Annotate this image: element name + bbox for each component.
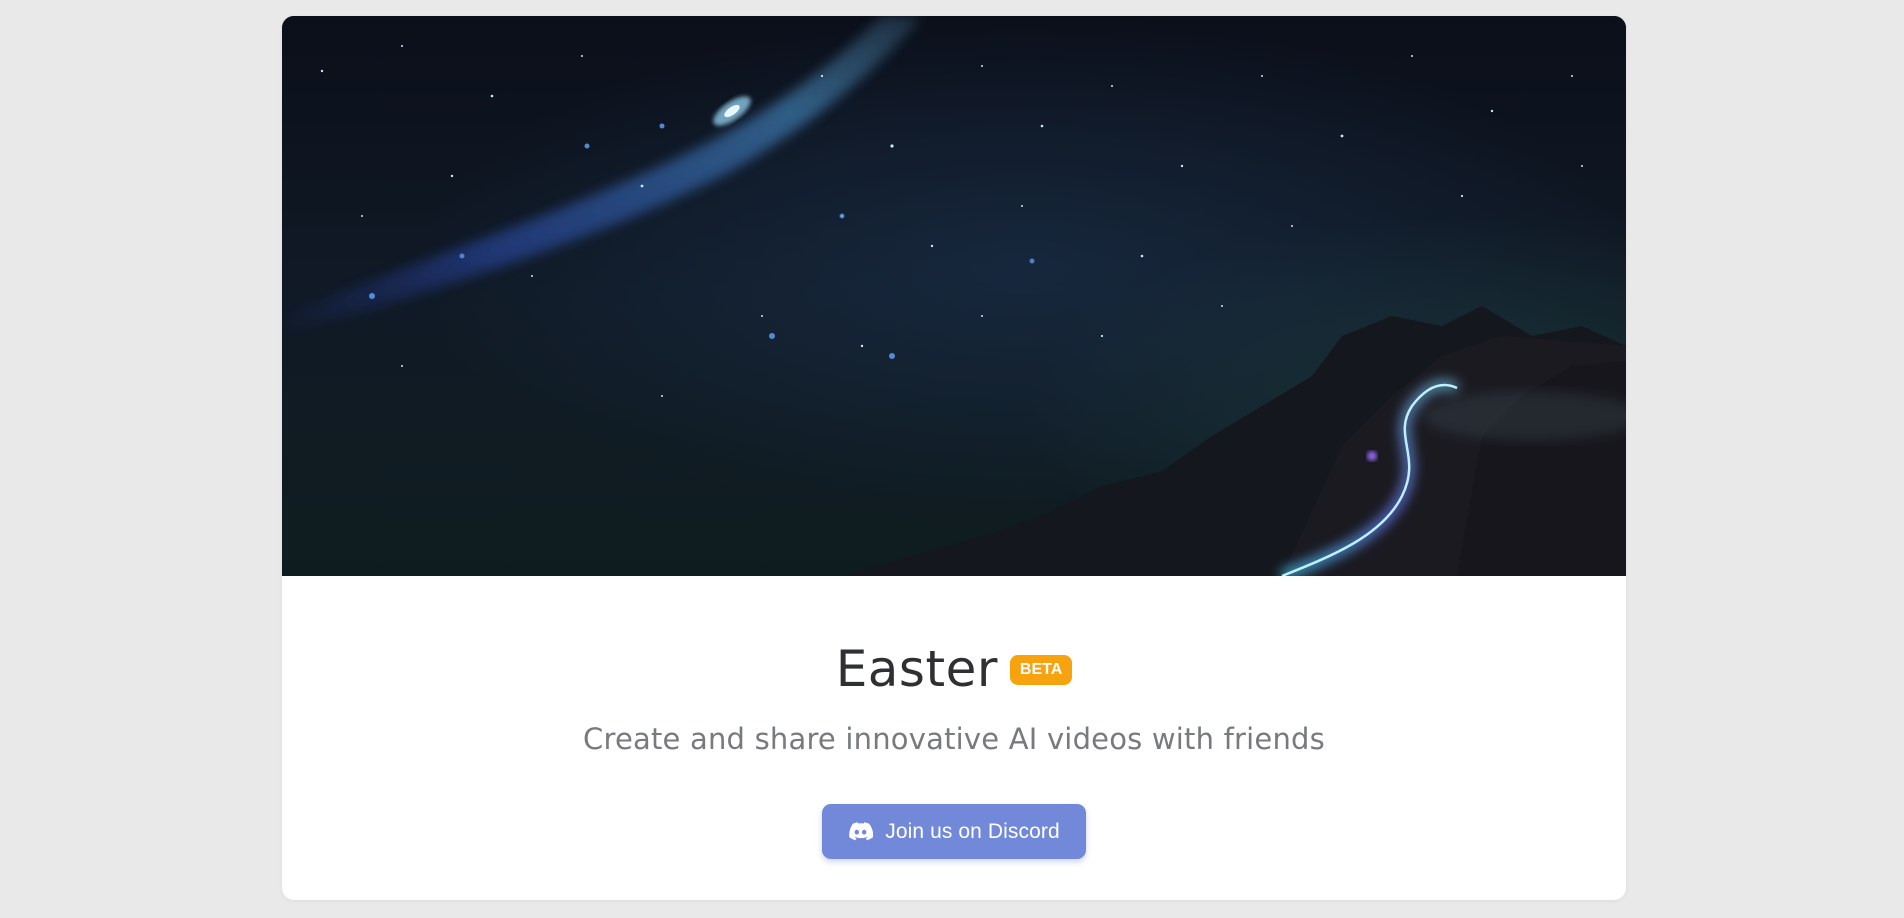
hero-image [282,16,1626,576]
join-discord-label: Join us on Discord [885,819,1060,843]
app-title: Easter [835,640,998,698]
discord-icon [848,821,874,842]
beta-badge: BETA [1009,655,1073,685]
main-card: Easter BETA Create and share innovative … [282,16,1626,900]
app-subtitle: Create and share innovative AI videos wi… [583,722,1325,756]
join-discord-button[interactable]: Join us on Discord [822,804,1086,859]
title-row: Easter BETA [282,634,1626,704]
